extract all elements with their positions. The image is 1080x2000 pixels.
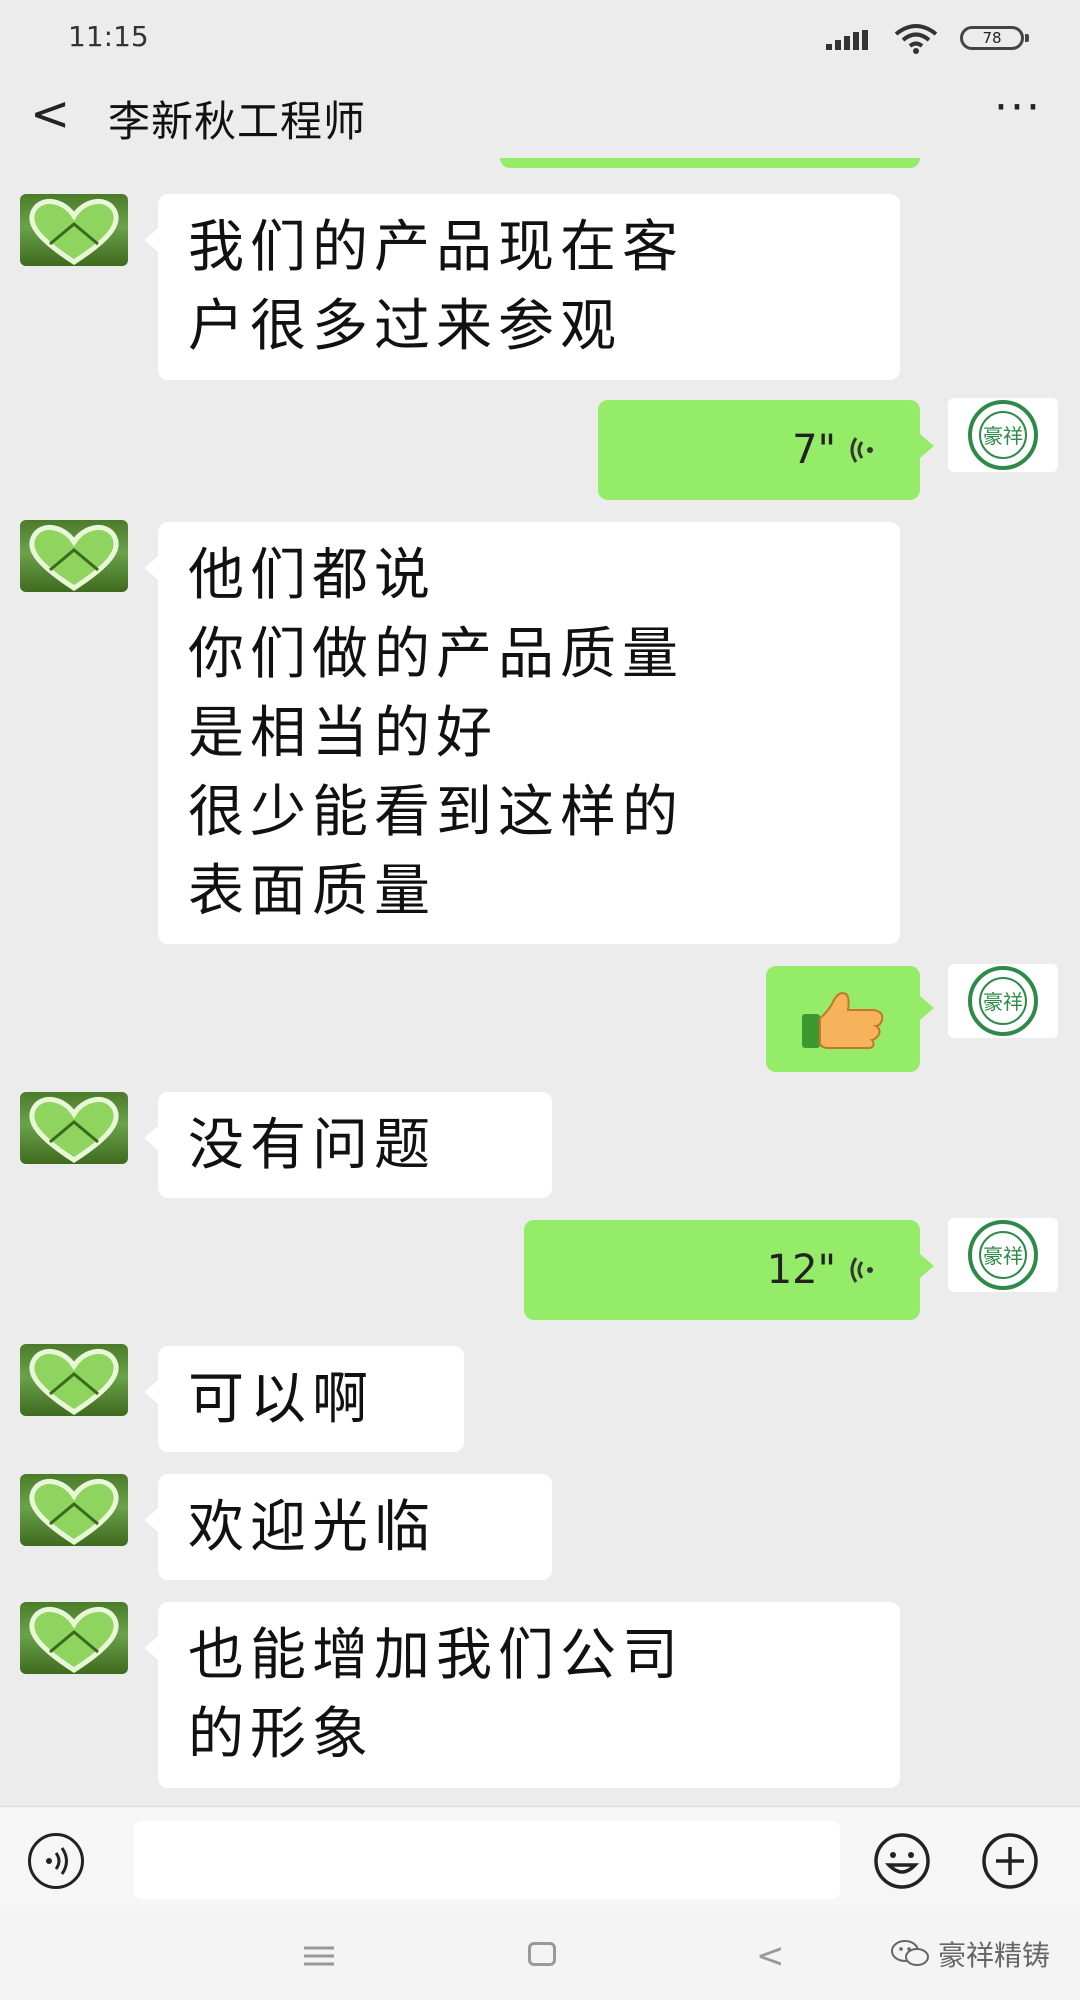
nav-back-icon[interactable]: < bbox=[756, 1936, 785, 1976]
voice-message[interactable]: 12" bbox=[524, 1220, 934, 1320]
watermark-text: 豪祥精铸 bbox=[938, 1939, 1051, 1972]
self-avatar[interactable]: 豪祥 bbox=[948, 964, 1058, 1038]
svg-text:豪祥: 豪祥 bbox=[983, 990, 1023, 1014]
contact-avatar[interactable] bbox=[20, 1474, 128, 1546]
voice-message[interactable]: 7" bbox=[598, 400, 934, 500]
wechat-logo-icon bbox=[891, 1940, 929, 1966]
contact-avatar[interactable] bbox=[20, 1602, 128, 1674]
menu-icon[interactable] bbox=[302, 1944, 336, 1968]
message-bubble-incoming[interactable]: 可以啊 bbox=[144, 1346, 464, 1452]
self-avatar[interactable]: 豪祥 bbox=[948, 398, 1058, 472]
signal-icon bbox=[826, 30, 868, 50]
message-bubble-incoming[interactable]: 欢迎光临 bbox=[144, 1474, 552, 1580]
voice-duration: 12" bbox=[766, 1247, 836, 1293]
contact-avatar[interactable] bbox=[20, 1092, 128, 1164]
message-bubble-incoming[interactable]: 我们的产品现在客 户很多过来参观 bbox=[144, 194, 900, 380]
svg-text:豪祥: 豪祥 bbox=[983, 1244, 1023, 1268]
message-bubble-incoming[interactable]: 没有问题 bbox=[144, 1092, 552, 1198]
message-input-field[interactable] bbox=[134, 1821, 840, 1899]
home-button[interactable] bbox=[528, 1942, 556, 1966]
system-nav-bar: < 豪祥精铸 bbox=[0, 1910, 1080, 2000]
watermark: 豪祥精铸 bbox=[890, 1934, 1050, 1974]
self-avatar[interactable]: 豪祥 bbox=[948, 1218, 1058, 1292]
voice-wave-icon bbox=[850, 1257, 873, 1283]
status-bar: 11:15 78 bbox=[0, 0, 1080, 78]
back-icon[interactable]: < bbox=[30, 86, 70, 142]
chat-area[interactable]: 我们的产品现在客 户很多过来参观 7" 豪祥 他们都说 你们做的产品质量 是相当… bbox=[0, 158, 1080, 1806]
chat-header: < 李新秋工程师 ··· bbox=[0, 78, 1080, 158]
contact-avatar[interactable] bbox=[20, 1344, 128, 1416]
voice-duration: 7" bbox=[792, 427, 836, 473]
previous-message-fragment bbox=[500, 158, 920, 168]
chat-title: 李新秋工程师 bbox=[108, 97, 367, 146]
message-input-bar bbox=[0, 1806, 1080, 1911]
message-bubble-incoming[interactable]: 他们都说 你们做的产品质量 是相当的好 很少能看到这样的 表面质量 bbox=[144, 522, 900, 944]
voice-input-icon[interactable] bbox=[28, 1833, 84, 1889]
svg-text:豪祥: 豪祥 bbox=[983, 424, 1023, 448]
more-options-icon[interactable]: ··· bbox=[994, 82, 1042, 133]
contact-avatar[interactable] bbox=[20, 194, 128, 266]
plus-icon[interactable] bbox=[980, 1831, 1040, 1891]
wifi-icon bbox=[894, 24, 938, 54]
status-time: 11:15 bbox=[68, 20, 149, 53]
battery-indicator: 78 bbox=[960, 26, 1029, 50]
voice-wave-icon bbox=[850, 437, 873, 463]
emoji-icon[interactable] bbox=[872, 1831, 932, 1891]
message-bubble-outgoing[interactable] bbox=[766, 966, 934, 1072]
contact-avatar[interactable] bbox=[20, 520, 128, 592]
thumbs-up-emoji bbox=[802, 992, 884, 1049]
message-bubble-incoming[interactable]: 也能增加我们公司 的形象 bbox=[144, 1602, 900, 1788]
